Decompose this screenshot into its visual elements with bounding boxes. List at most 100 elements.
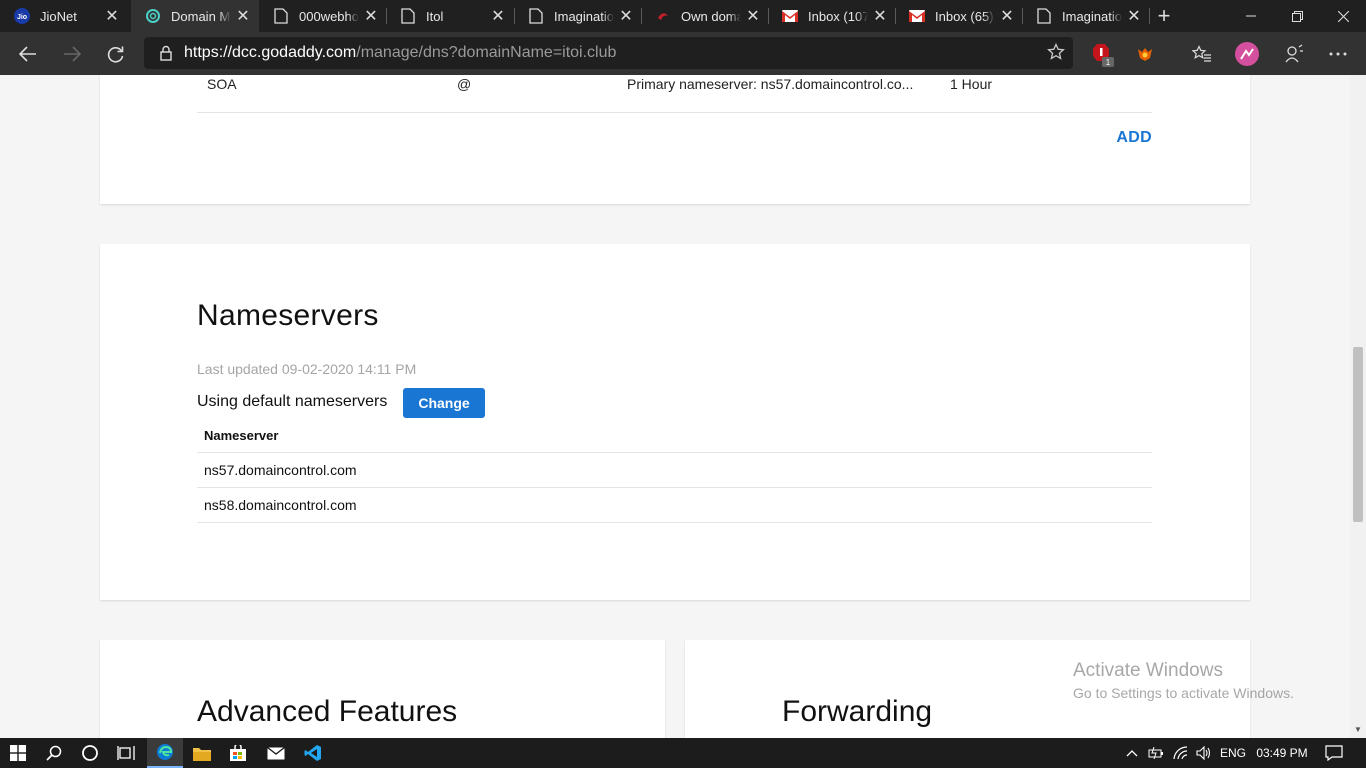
tab-title: Itol xyxy=(426,8,444,24)
record-name: @ xyxy=(457,76,472,92)
clock[interactable]: 03:49 PM xyxy=(1254,738,1310,768)
close-window-icon[interactable] xyxy=(1320,0,1366,32)
tab-separator xyxy=(768,8,769,24)
refresh-icon[interactable] xyxy=(100,38,132,70)
last-updated-text: Last updated 09-02-2020 14:11 PM xyxy=(197,361,417,377)
record-ttl: 1 Hour xyxy=(950,76,993,92)
minimize-window-icon[interactable] xyxy=(1228,0,1274,32)
volume-icon[interactable] xyxy=(1193,738,1215,768)
tab-title: Inbox (65) - xyxy=(935,8,995,24)
nameservers-card: Nameservers Last updated 09-02-2020 14:1… xyxy=(100,244,1250,600)
svg-text:Jio: Jio xyxy=(17,14,27,21)
lock-icon[interactable] xyxy=(148,45,184,61)
page-icon xyxy=(528,8,544,24)
tab-domain-manager[interactable]: Domain Ma ✕ xyxy=(131,0,259,32)
url-text: https://dcc.godaddy.com/manage/dns?domai… xyxy=(184,44,616,62)
activate-windows-watermark: Activate Windows Go to Settings to activ… xyxy=(1073,660,1294,701)
tab-title: Domain Ma xyxy=(171,8,231,24)
back-icon[interactable] xyxy=(12,38,44,70)
windows-taskbar: ENG 03:49 PM xyxy=(0,738,1366,768)
wifi-icon[interactable] xyxy=(1170,738,1192,768)
address-bar[interactable]: https://dcc.godaddy.com/manage/dns?domai… xyxy=(144,37,1073,69)
tab-own-domain[interactable]: Own domai ✕ xyxy=(641,0,769,32)
scrollbar-thumb[interactable] xyxy=(1353,347,1363,522)
mail-icon[interactable] xyxy=(258,738,294,768)
tab-imagination-2[interactable]: Imagination ✕ xyxy=(1022,0,1150,32)
page-content: SOA @ Primary nameserver: ns57.domaincon… xyxy=(0,75,1350,738)
close-tab-icon[interactable]: ✕ xyxy=(741,4,765,28)
tab-separator xyxy=(1022,8,1023,24)
tab-imagination-1[interactable]: Imagination ✕ xyxy=(514,0,642,32)
forward-icon[interactable] xyxy=(56,38,88,70)
tab-separator xyxy=(895,8,896,24)
extension-badge: 1 xyxy=(1106,58,1111,67)
tab-title: Inbox (107) xyxy=(808,8,868,24)
store-icon[interactable] xyxy=(220,738,256,768)
tab-title: Imagination xyxy=(554,8,614,24)
gmail-icon xyxy=(782,8,798,24)
table-row: ns58.domaincontrol.com xyxy=(197,488,1152,523)
close-tab-icon[interactable]: ✕ xyxy=(868,4,892,28)
nameserver-status-text: Using default nameservers xyxy=(197,393,388,410)
tab-separator xyxy=(386,8,387,24)
read-aloud-icon[interactable] xyxy=(1278,38,1310,70)
new-tab-button[interactable]: + xyxy=(1150,0,1178,32)
page-icon xyxy=(273,8,289,24)
search-icon[interactable] xyxy=(36,738,72,768)
table-row: SOA @ Primary nameserver: ns57.domaincon… xyxy=(197,75,1152,113)
favorite-star-icon[interactable] xyxy=(1047,42,1065,66)
close-tab-icon[interactable]: ✕ xyxy=(614,4,638,28)
windows-start-icon[interactable] xyxy=(0,738,36,768)
red-logo-icon xyxy=(655,8,671,24)
extension-fox-icon[interactable] xyxy=(1129,38,1161,70)
task-view-icon[interactable] xyxy=(108,738,144,768)
settings-more-icon[interactable] xyxy=(1322,38,1354,70)
vscode-icon[interactable] xyxy=(295,738,331,768)
table-row: ns57.domaincontrol.com xyxy=(197,453,1152,488)
gmail-icon xyxy=(909,8,925,24)
close-tab-icon[interactable]: ✕ xyxy=(231,4,255,28)
tab-title: Imagination xyxy=(1062,8,1122,24)
tab-title: JioNet xyxy=(40,8,77,24)
browser-toolbar: https://dcc.godaddy.com/manage/dns?domai… xyxy=(0,32,1366,75)
godaddy-icon xyxy=(145,8,161,24)
watermark-subtitle: Go to Settings to activate Windows. xyxy=(1073,685,1294,701)
tab-itol[interactable]: Itol ✕ xyxy=(386,0,514,32)
tab-separator xyxy=(514,8,515,24)
close-tab-icon[interactable]: ✕ xyxy=(995,4,1019,28)
close-tab-icon[interactable]: ✕ xyxy=(486,4,510,28)
tab-000webhost[interactable]: 000webhos ✕ xyxy=(259,0,387,32)
browser-tab-strip: Jio JioNet ✕ Domain Ma ✕ 000webhos ✕ Ito… xyxy=(0,0,1366,32)
add-record-link[interactable]: ADD xyxy=(1116,129,1152,147)
section-title: Advanced Features xyxy=(197,695,458,728)
vertical-scrollbar[interactable]: ▼ xyxy=(1350,75,1366,738)
show-hidden-icons-chevron-icon[interactable] xyxy=(1122,738,1142,768)
favorites-icon[interactable] xyxy=(1186,38,1218,70)
restore-window-icon[interactable] xyxy=(1274,0,1320,32)
nameserver-table: Nameserver ns57.domaincontrol.com ns58.d… xyxy=(197,420,1152,523)
close-tab-icon[interactable]: ✕ xyxy=(100,4,124,28)
watermark-title: Activate Windows xyxy=(1073,660,1223,681)
cortana-icon[interactable] xyxy=(72,738,108,768)
tab-separator xyxy=(641,8,642,24)
record-value: Primary nameserver: ns57.domaincontrol.c… xyxy=(627,76,914,92)
page-icon xyxy=(400,8,416,24)
tab-jionet[interactable]: Jio JioNet ✕ xyxy=(0,0,128,32)
tab-inbox-65[interactable]: Inbox (65) - ✕ xyxy=(895,0,1023,32)
column-header: Nameserver xyxy=(197,420,1152,453)
input-language[interactable]: ENG xyxy=(1217,738,1249,768)
battery-icon[interactable] xyxy=(1145,738,1167,768)
close-tab-icon[interactable]: ✕ xyxy=(1122,4,1146,28)
file-explorer-icon[interactable] xyxy=(184,738,220,768)
tab-title: 000webhos xyxy=(299,8,359,24)
tab-inbox-107[interactable]: Inbox (107) ✕ xyxy=(768,0,896,32)
close-tab-icon[interactable]: ✕ xyxy=(359,4,383,28)
change-nameservers-button[interactable]: Change xyxy=(403,388,485,418)
dns-records-card: SOA @ Primary nameserver: ns57.domaincon… xyxy=(100,75,1250,204)
profile-avatar[interactable] xyxy=(1231,38,1263,70)
url-host: https://dcc.godaddy.com xyxy=(184,44,357,61)
edge-browser-icon[interactable] xyxy=(147,738,183,768)
scroll-down-icon[interactable]: ▼ xyxy=(1354,725,1362,734)
extension-adblock-icon[interactable]: 1 xyxy=(1086,38,1118,70)
notifications-icon[interactable] xyxy=(1320,738,1348,768)
